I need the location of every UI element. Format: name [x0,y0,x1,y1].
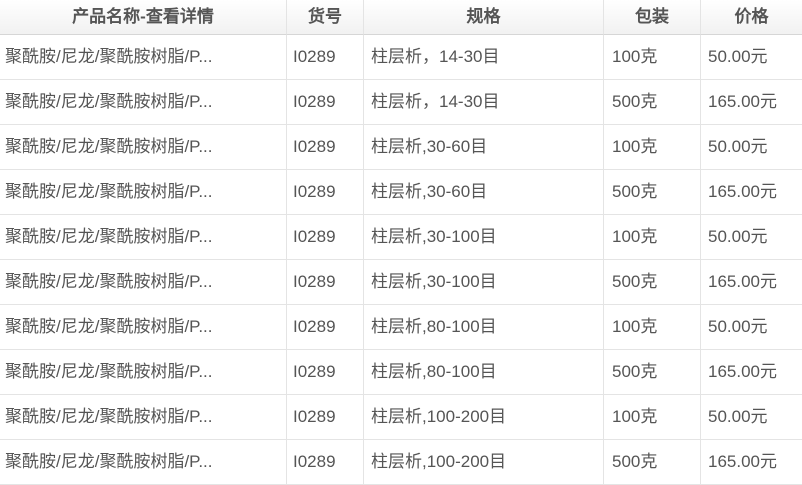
package-cell: 500克 [604,350,701,395]
package-cell: 100克 [604,305,701,350]
spec-cell: 柱层析，14-30目 [364,35,604,80]
table-row: 聚酰胺/尼龙/聚酰胺树脂/P... I0289 柱层析,100-200目 100… [0,395,802,440]
package-cell: 100克 [604,125,701,170]
spec-cell: 柱层析，14-30目 [364,80,604,125]
header-sku: 货号 [287,0,364,35]
sku-cell: I0289 [287,80,364,125]
table-row: 聚酰胺/尼龙/聚酰胺树脂/P... I0289 柱层析,30-60目 500克 … [0,170,802,215]
package-cell: 500克 [604,440,701,485]
product-name-link[interactable]: 聚酰胺/尼龙/聚酰胺树脂/P... [0,305,287,350]
spec-cell: 柱层析,100-200目 [364,440,604,485]
product-name-link[interactable]: 聚酰胺/尼龙/聚酰胺树脂/P... [0,35,287,80]
product-name-link[interactable]: 聚酰胺/尼龙/聚酰胺树脂/P... [0,260,287,305]
product-name-link[interactable]: 聚酰胺/尼龙/聚酰胺树脂/P... [0,350,287,395]
spec-cell: 柱层析,100-200目 [364,395,604,440]
sku-cell: I0289 [287,260,364,305]
sku-cell: I0289 [287,35,364,80]
price-cell: 165.00元 [701,260,802,305]
package-cell: 100克 [604,395,701,440]
spec-cell: 柱层析,30-100目 [364,260,604,305]
price-cell: 165.00元 [701,170,802,215]
product-name-link[interactable]: 聚酰胺/尼龙/聚酰胺树脂/P... [0,170,287,215]
price-cell: 165.00元 [701,350,802,395]
product-name-link[interactable]: 聚酰胺/尼龙/聚酰胺树脂/P... [0,395,287,440]
table-row: 聚酰胺/尼龙/聚酰胺树脂/P... I0289 柱层析,80-100目 100克… [0,305,802,350]
product-name-link[interactable]: 聚酰胺/尼龙/聚酰胺树脂/P... [0,440,287,485]
price-cell: 165.00元 [701,440,802,485]
spec-cell: 柱层析,30-60目 [364,170,604,215]
sku-cell: I0289 [287,395,364,440]
header-price: 价格 [701,0,802,35]
spec-cell: 柱层析,30-60目 [364,125,604,170]
sku-cell: I0289 [287,125,364,170]
sku-cell: I0289 [287,440,364,485]
price-cell: 50.00元 [701,395,802,440]
spec-cell: 柱层析,30-100目 [364,215,604,260]
sku-cell: I0289 [287,305,364,350]
package-cell: 100克 [604,35,701,80]
package-cell: 100克 [604,215,701,260]
price-cell: 165.00元 [701,80,802,125]
header-product-name: 产品名称-查看详情 [0,0,287,35]
package-cell: 500克 [604,80,701,125]
price-cell: 50.00元 [701,305,802,350]
table-row: 聚酰胺/尼龙/聚酰胺树脂/P... I0289 柱层析,30-100目 500克… [0,260,802,305]
table-row: 聚酰胺/尼龙/聚酰胺树脂/P... I0289 柱层析,30-60目 100克 … [0,125,802,170]
table-row: 聚酰胺/尼龙/聚酰胺树脂/P... I0289 柱层析,80-100目 500克… [0,350,802,395]
spec-cell: 柱层析,80-100目 [364,305,604,350]
sku-cell: I0289 [287,215,364,260]
package-cell: 500克 [604,170,701,215]
product-name-link[interactable]: 聚酰胺/尼龙/聚酰胺树脂/P... [0,215,287,260]
price-cell: 50.00元 [701,215,802,260]
product-name-link[interactable]: 聚酰胺/尼龙/聚酰胺树脂/P... [0,125,287,170]
table-row: 聚酰胺/尼龙/聚酰胺树脂/P... I0289 柱层析,30-100目 100克… [0,215,802,260]
package-cell: 500克 [604,260,701,305]
sku-cell: I0289 [287,170,364,215]
product-name-link[interactable]: 聚酰胺/尼龙/聚酰胺树脂/P... [0,80,287,125]
product-table: 产品名称-查看详情 货号 规格 包装 价格 聚酰胺/尼龙/聚酰胺树脂/P... … [0,0,802,485]
table-row: 聚酰胺/尼龙/聚酰胺树脂/P... I0289 柱层析，14-30目 500克 … [0,80,802,125]
spec-cell: 柱层析,80-100目 [364,350,604,395]
sku-cell: I0289 [287,350,364,395]
header-spec: 规格 [364,0,604,35]
price-cell: 50.00元 [701,35,802,80]
table-row: 聚酰胺/尼龙/聚酰胺树脂/P... I0289 柱层析，14-30目 100克 … [0,35,802,80]
price-cell: 50.00元 [701,125,802,170]
table-row: 聚酰胺/尼龙/聚酰胺树脂/P... I0289 柱层析,100-200目 500… [0,440,802,485]
table-header-row: 产品名称-查看详情 货号 规格 包装 价格 [0,0,802,35]
header-package: 包装 [604,0,701,35]
